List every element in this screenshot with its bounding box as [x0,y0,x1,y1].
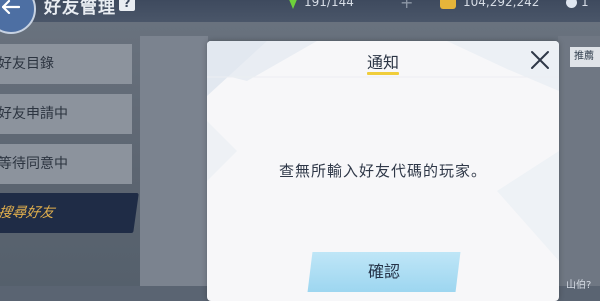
sidebar-item-search-friend[interactable]: 搜尋好友 [0,193,139,233]
close-icon[interactable] [529,49,551,71]
content-panel [140,36,208,286]
tab-recommended[interactable]: 推薦 [570,47,600,67]
screen-title: 好友管理 [44,0,116,18]
coin-icon [440,0,456,9]
sidebar-item-label: 好友目錄 [0,56,54,72]
notification-dialog: 通知 查無所輸入好友代碼的玩家。 確認 [207,41,559,301]
sidebar-item-label: 等待同意中 [0,156,68,172]
back-arrow-icon [2,0,20,14]
confirm-button-label: 確認 [367,262,400,281]
dialog-message: 查無所輸入好友代碼的玩家。 [278,162,487,180]
sidebar-item-label: 搜尋好友 [0,205,56,221]
sidebar-item-label: 好友申請中 [0,106,68,122]
gem-counter: 1 [566,0,589,11]
sidebar-item-friend-list[interactable]: 好友目錄 [0,44,132,84]
dialog-title: 通知 [366,53,399,72]
coin-value: 104,292,242 [463,0,540,9]
gem-value: 1 [581,0,589,9]
add-stamina-button[interactable]: + [400,0,413,11]
stamina-icon [288,0,298,9]
help-button[interactable]: ? [119,0,135,11]
back-button[interactable] [0,0,36,34]
right-panel [558,36,600,286]
confirm-button[interactable]: 確認 [307,252,461,292]
stamina-value: 191/144 [304,0,354,9]
stamina-counter: 191/144 [288,0,354,11]
sidebar-item-pending-requests[interactable]: 好友申請中 [0,94,132,134]
corner-text: 山伯? [566,280,592,291]
title-underline [367,72,399,75]
coin-counter: 104,292,242 [440,0,539,11]
gem-icon [566,0,577,8]
sidebar-item-awaiting-approval[interactable]: 等待同意中 [0,144,132,184]
